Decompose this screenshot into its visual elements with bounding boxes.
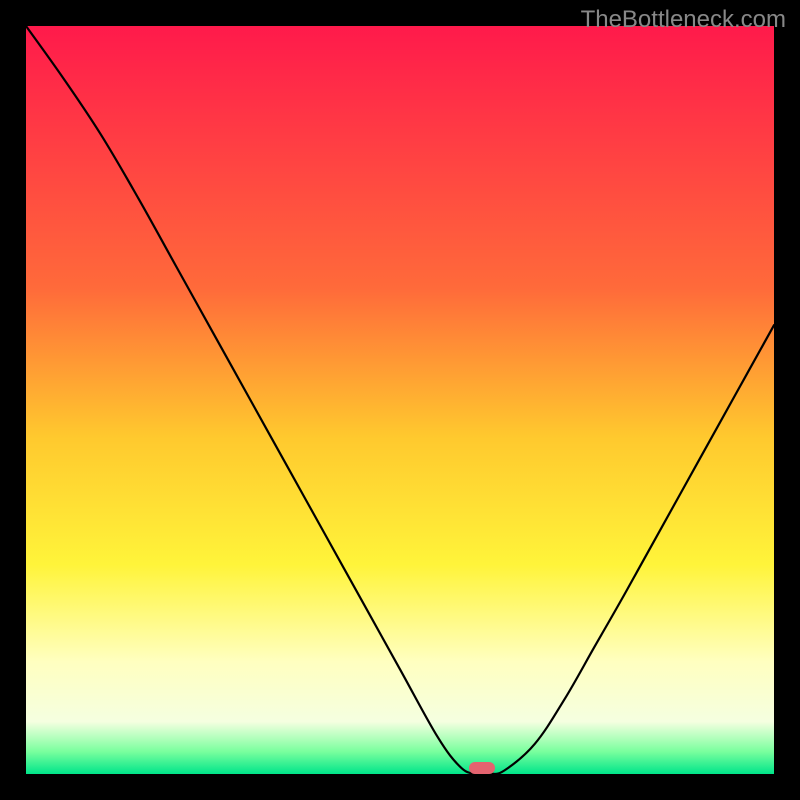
chart-container: TheBottleneck.com [0, 0, 800, 800]
optimal-marker [469, 762, 495, 774]
watermark-text: TheBottleneck.com [581, 6, 786, 34]
gradient-background [26, 26, 774, 774]
plot-area [26, 26, 774, 774]
